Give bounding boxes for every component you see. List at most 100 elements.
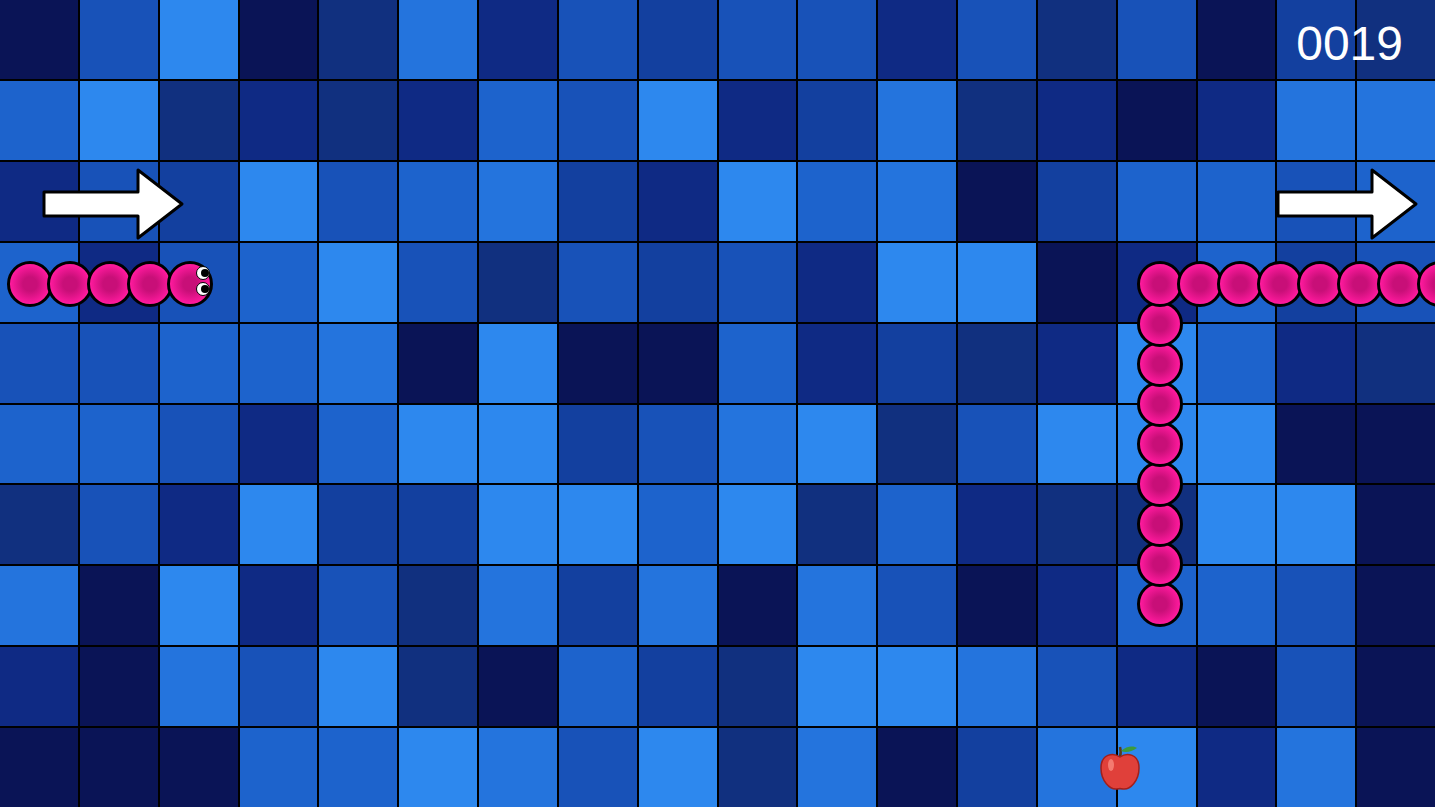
- board-tile: [958, 485, 1036, 564]
- board-tile: [1277, 81, 1355, 160]
- board-tile: [798, 243, 876, 322]
- board-tile: [719, 0, 797, 79]
- board-tile: [319, 162, 397, 241]
- board-tile: [1118, 81, 1196, 160]
- board-tile: [319, 0, 397, 79]
- board-tile: [0, 647, 78, 726]
- board-tile: [160, 728, 238, 807]
- board-tile: [80, 647, 158, 726]
- board-tile: [878, 647, 956, 726]
- board-tile: [878, 0, 956, 79]
- board-tile: [1198, 162, 1276, 241]
- board-tile: [1357, 81, 1435, 160]
- board-tile: [240, 0, 318, 79]
- board-tile: [958, 647, 1036, 726]
- board-tile: [1038, 162, 1116, 241]
- board-tile: [479, 405, 557, 484]
- board-tile: [878, 81, 956, 160]
- board-tile: [719, 647, 797, 726]
- board-tile: [1277, 566, 1355, 645]
- board-tile: [719, 405, 797, 484]
- board-tile: [160, 566, 238, 645]
- board-tile: [798, 728, 876, 807]
- board-tile: [319, 243, 397, 322]
- score: 0019: [1292, 14, 1407, 74]
- board-tile: [80, 81, 158, 160]
- board-tile: [639, 324, 717, 403]
- board-tile: [958, 162, 1036, 241]
- board-tile: [719, 324, 797, 403]
- board-tile: [1277, 324, 1355, 403]
- board-tile: [798, 324, 876, 403]
- board-tile: [559, 243, 637, 322]
- board-tile: [240, 566, 318, 645]
- board-tile: [798, 566, 876, 645]
- snake-segment: [1137, 381, 1183, 427]
- board-tile: [479, 728, 557, 807]
- board-tile: [1198, 81, 1276, 160]
- board-tile: [1198, 566, 1276, 645]
- board-tile: [1198, 405, 1276, 484]
- board-tile: [958, 566, 1036, 645]
- board-tile: [719, 243, 797, 322]
- board-tile: [0, 405, 78, 484]
- wrap-arrow-icon: [1274, 166, 1420, 242]
- board-tile: [1357, 485, 1435, 564]
- game-board: [0, 0, 1435, 807]
- board-tile: [719, 485, 797, 564]
- board-tile: [1118, 162, 1196, 241]
- board-tile: [639, 405, 717, 484]
- board-tile: [399, 81, 477, 160]
- board-tile: [559, 485, 637, 564]
- board-tile: [319, 324, 397, 403]
- board-tile: [80, 566, 158, 645]
- board-tile: [80, 0, 158, 79]
- board-tile: [0, 485, 78, 564]
- board-tile: [559, 566, 637, 645]
- board-tile: [798, 0, 876, 79]
- board-tile: [1198, 647, 1276, 726]
- board-tile: [1038, 243, 1116, 322]
- board-tile: [399, 162, 477, 241]
- board-tile: [559, 647, 637, 726]
- board-tile: [958, 81, 1036, 160]
- board-tile: [719, 81, 797, 160]
- board-tile: [878, 243, 956, 322]
- board-tile: [1038, 647, 1116, 726]
- board-tile: [1277, 485, 1355, 564]
- board-tile: [160, 485, 238, 564]
- board-tile: [639, 162, 717, 241]
- board-tile: [240, 162, 318, 241]
- board-tile: [319, 728, 397, 807]
- board-tile: [0, 0, 78, 79]
- board-tile: [878, 728, 956, 807]
- board-tile: [1357, 728, 1435, 807]
- board-tile: [639, 485, 717, 564]
- board-tile: [240, 728, 318, 807]
- board-tile: [958, 0, 1036, 79]
- board-tile: [319, 485, 397, 564]
- board-tile: [240, 485, 318, 564]
- board-tile: [0, 566, 78, 645]
- board-tile: [559, 728, 637, 807]
- board-tile: [240, 324, 318, 403]
- board-tile: [639, 566, 717, 645]
- board-tile: [1038, 0, 1116, 79]
- apple-icon: [1097, 743, 1143, 793]
- board-tile: [639, 243, 717, 322]
- board-tile: [479, 162, 557, 241]
- board-tile: [240, 81, 318, 160]
- board-tile: [1118, 647, 1196, 726]
- board-tile: [559, 81, 637, 160]
- board-tile: [80, 405, 158, 484]
- board-tile: [1357, 566, 1435, 645]
- board-tile: [319, 81, 397, 160]
- board-tile: [399, 728, 477, 807]
- board-tile: [798, 485, 876, 564]
- board-tile: [1357, 647, 1435, 726]
- board-tile: [798, 405, 876, 484]
- snake-eye-icon: [196, 266, 210, 280]
- board-tile: [1038, 324, 1116, 403]
- board-tile: [878, 566, 956, 645]
- board-tile: [559, 405, 637, 484]
